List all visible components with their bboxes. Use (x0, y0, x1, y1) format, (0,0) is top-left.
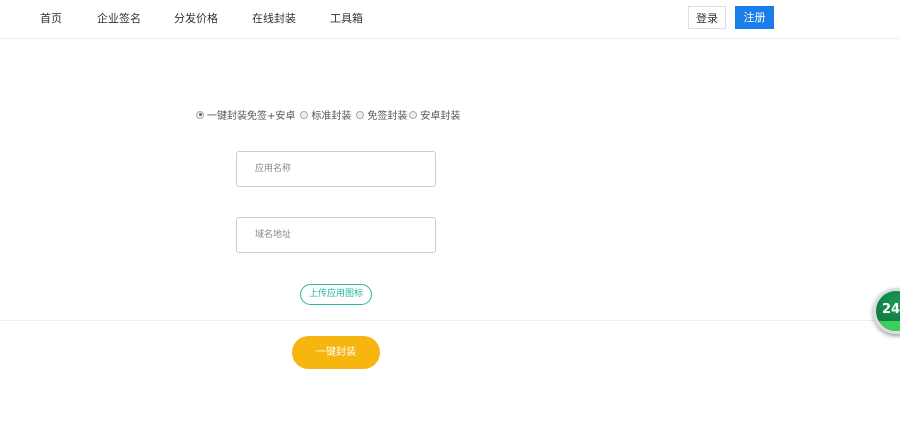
radio-label: 安卓封装 (420, 111, 461, 122)
nav-pricing[interactable]: 分发价格 (174, 10, 218, 26)
package-type-radios: 一键封装免签+安卓 标准封装 免签封装 安卓封装 (196, 107, 460, 122)
divider (0, 320, 900, 321)
progress-percent: 24% (882, 302, 900, 317)
radio-option[interactable]: 安卓封装 (409, 107, 460, 122)
app-name-input[interactable]: 应用名称 (236, 151, 436, 187)
radio-icon[interactable] (300, 110, 309, 119)
radio-icon[interactable] (409, 110, 418, 119)
domain-input[interactable]: 域名地址 (236, 217, 436, 253)
radio-label: 标准封装 (311, 111, 352, 122)
radio-label: 免签封装 (367, 111, 408, 122)
top-nav: 首页 企业签名 分发价格 在线封装 工具箱 登录 注册 (0, 0, 900, 39)
radio-icon[interactable] (196, 110, 204, 119)
login-button[interactable]: 登录 (688, 6, 726, 29)
radio-option[interactable]: 一键封装免签+安卓 (196, 107, 295, 122)
package-submit-button[interactable]: 一键封装 (292, 336, 380, 369)
nav-enterprise-sign[interactable]: 企业签名 (97, 10, 141, 26)
nav-online-package[interactable]: 在线封装 (252, 10, 296, 26)
radio-label: 一键封装免签+安卓 (207, 111, 296, 122)
upload-icon-button[interactable]: 上传应用图标 (300, 284, 372, 305)
progress-fill (876, 321, 900, 331)
nav-toolbox[interactable]: 工具箱 (330, 10, 363, 26)
progress-ball-widget[interactable]: 24% (873, 288, 900, 334)
radio-option[interactable]: 免签封装 (356, 107, 407, 122)
register-button[interactable]: 注册 (735, 6, 774, 29)
radio-option[interactable]: 标准封装 (300, 107, 351, 122)
nav-home[interactable]: 首页 (40, 10, 62, 26)
radio-icon[interactable] (356, 110, 365, 119)
